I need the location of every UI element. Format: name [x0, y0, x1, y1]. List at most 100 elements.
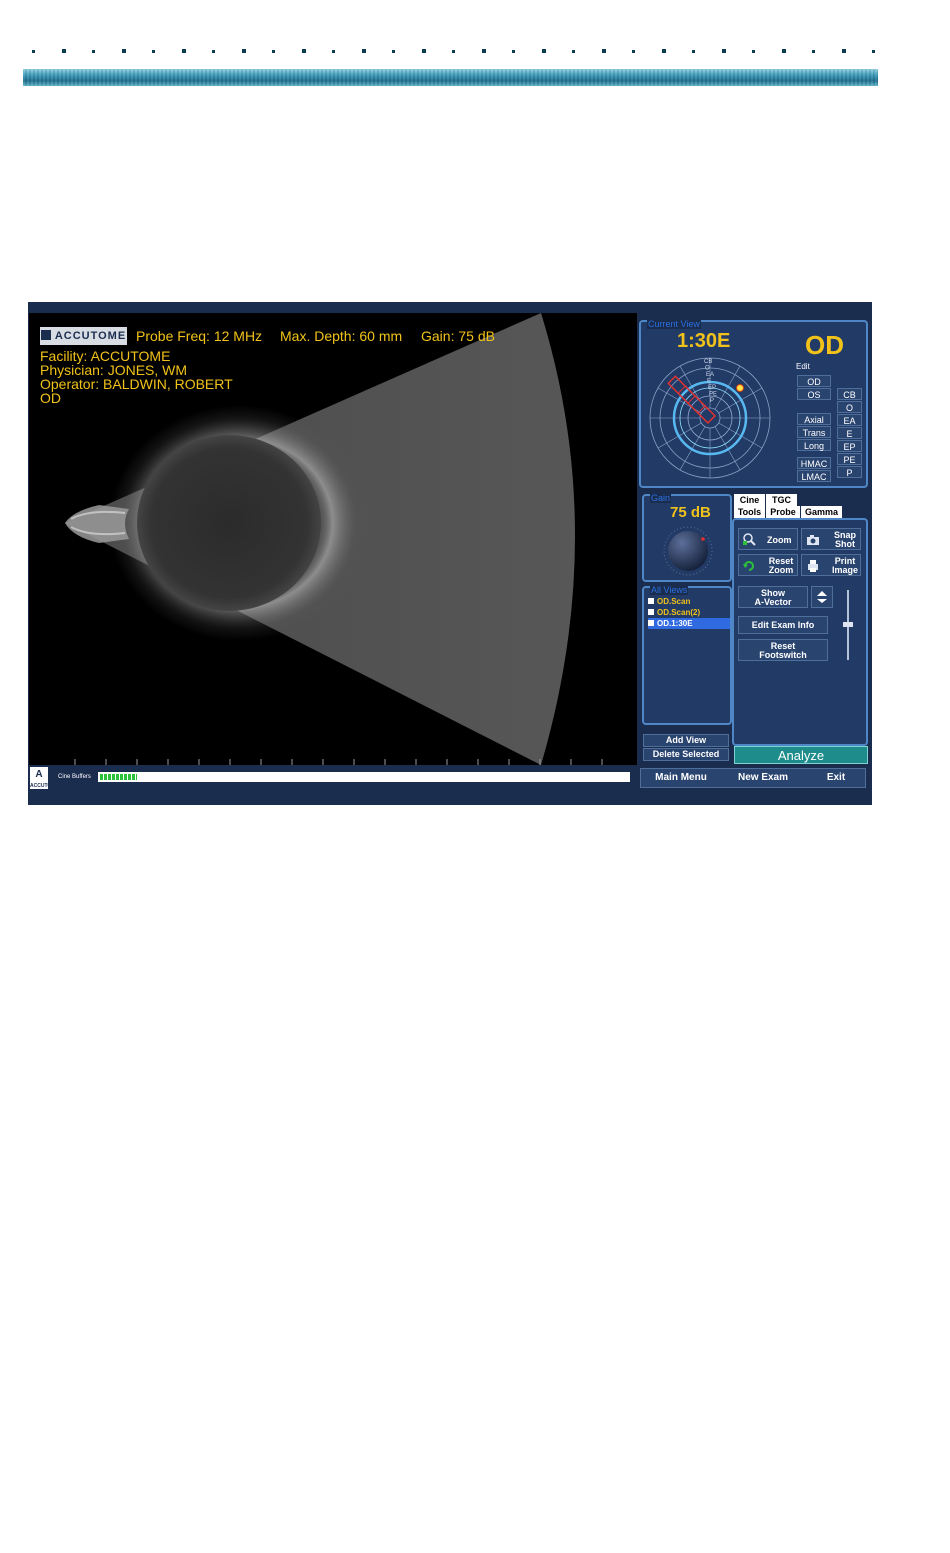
- camera-icon: [807, 535, 819, 545]
- show-a-vector-button[interactable]: Show A-Vector: [738, 586, 808, 608]
- header-dot: [542, 49, 546, 53]
- reset-zoom-icon: [743, 561, 754, 571]
- up-down-arrows-icon: [817, 591, 827, 603]
- dial-zone-label: PE: [709, 392, 717, 398]
- a-vector-up-down-button[interactable]: [811, 586, 833, 608]
- gain-title: Gain: [650, 493, 672, 503]
- main-menu-button[interactable]: Main Menu: [642, 768, 720, 788]
- header-dot-row: [24, 46, 880, 58]
- edit-label: Edit: [796, 362, 810, 371]
- header-dot: [872, 50, 875, 53]
- checkbox-icon[interactable]: [648, 609, 654, 615]
- header-dot: [512, 50, 515, 53]
- view-list-item[interactable]: OD.Scan: [648, 596, 730, 607]
- tab-cine[interactable]: Cine: [734, 494, 766, 506]
- dial-zone-label: O: [705, 366, 710, 372]
- header-dot: [782, 49, 786, 53]
- dial-zone-label: EA: [706, 372, 714, 378]
- header-dot: [632, 50, 635, 53]
- current-view-title: Current View: [647, 319, 701, 329]
- header-dot: [422, 49, 426, 53]
- hmac-button[interactable]: HMAC: [797, 457, 831, 469]
- reset-zoom-button[interactable]: Reset Zoom: [738, 554, 798, 576]
- zone-ea-button[interactable]: EA: [837, 414, 862, 426]
- tgc-slider[interactable]: [843, 590, 853, 660]
- eye-od-button[interactable]: OD: [797, 375, 831, 387]
- long-button[interactable]: Long: [797, 439, 831, 451]
- zone-ep-button[interactable]: EP: [837, 440, 862, 452]
- cine-buffer-progress[interactable]: [98, 772, 630, 782]
- trans-button[interactable]: Trans: [797, 426, 831, 438]
- all-views-title: All Views: [650, 585, 689, 595]
- delete-selected-button[interactable]: Delete Selected: [643, 748, 729, 761]
- header-dot: [182, 49, 186, 53]
- edit-exam-info-button[interactable]: Edit Exam Info: [738, 616, 828, 634]
- header-dot: [302, 49, 306, 53]
- header-dot: [212, 50, 215, 53]
- header-dot: [722, 49, 726, 53]
- accutome-app-window: ACCUTOME Probe Freq: 12 MHz Max. Depth: …: [28, 302, 872, 805]
- new-exam-button[interactable]: New Exam: [722, 768, 804, 788]
- header-dot: [842, 49, 846, 53]
- zone-e-button[interactable]: E: [837, 427, 862, 439]
- header-dot: [572, 50, 575, 53]
- current-view-panel: Current View 1:30E OD CB O EA E EP PE P Edit O…: [639, 320, 868, 488]
- zone-o-button[interactable]: O: [837, 401, 862, 413]
- probe-frequency: Probe Freq: 12 MHz: [136, 328, 263, 344]
- add-view-button[interactable]: Add View: [643, 734, 729, 747]
- ultrasound-scan-viewport[interactable]: ACCUTOME Probe Freq: 12 MHz Max. Depth: …: [29, 313, 637, 765]
- zone-cb-button[interactable]: CB: [837, 388, 862, 400]
- header-dot: [482, 49, 486, 53]
- gain-knob-icon[interactable]: [656, 524, 720, 576]
- header-dot: [392, 50, 395, 53]
- header-dot: [152, 50, 155, 53]
- header-dot: [32, 50, 35, 53]
- snap-shot-button[interactable]: Snap Shot: [801, 528, 861, 550]
- header-dot: [602, 49, 606, 53]
- view-list-item-selected[interactable]: OD.1:30E: [648, 618, 730, 629]
- tab-probe[interactable]: Probe: [766, 506, 801, 518]
- header-dot: [62, 49, 66, 53]
- axial-button[interactable]: Axial: [797, 413, 831, 425]
- vitreous-globe: [137, 435, 321, 611]
- slider-handle[interactable]: [843, 622, 853, 627]
- accutome-logo: ACCUTOME: [40, 327, 127, 345]
- cine-buffer-fill: [100, 774, 137, 780]
- exit-button[interactable]: Exit: [806, 768, 866, 788]
- clock-dial-icon[interactable]: CBOEAEEPPEP: [648, 356, 772, 480]
- gain-value: 75 dB: [670, 504, 711, 521]
- dial-zone-label: CB: [704, 359, 712, 365]
- print-image-button[interactable]: Print Image: [801, 554, 861, 576]
- accutome-small-logo: A ACCUTOME: [30, 767, 59, 789]
- view-list-item[interactable]: OD.Scan(2): [648, 607, 730, 618]
- header-dot: [272, 50, 275, 53]
- zone-pe-button[interactable]: PE: [837, 453, 862, 465]
- analyze-button[interactable]: Analyze: [734, 746, 868, 764]
- eye-label: OD: [40, 390, 61, 406]
- tab-gamma[interactable]: Gamma: [801, 506, 843, 518]
- tab-tools[interactable]: Tools: [734, 506, 766, 518]
- max-depth: Max. Depth: 60 mm: [280, 328, 403, 344]
- operator: Operator: BALDWIN, ROBERT: [40, 376, 233, 392]
- printer-icon: [808, 560, 818, 572]
- eye-os-button[interactable]: OS: [797, 388, 831, 400]
- reset-footswitch-button[interactable]: Reset Footswitch: [738, 639, 828, 661]
- checkbox-icon[interactable]: [648, 598, 654, 604]
- cine-buffers-label: Cine Buffers: [58, 774, 91, 780]
- zoom-button[interactable]: Zoom: [738, 528, 798, 550]
- header-dot: [122, 49, 126, 53]
- clock-position: 1:30E: [677, 330, 731, 352]
- zoom-icon: [743, 533, 756, 546]
- header-dot: [242, 49, 246, 53]
- probe-contact: [65, 505, 129, 543]
- header-band: [23, 69, 878, 86]
- header-dot: [812, 50, 815, 53]
- checkbox-icon[interactable]: [648, 620, 654, 626]
- zone-p-button[interactable]: P: [837, 466, 862, 478]
- lmac-button[interactable]: LMAC: [797, 470, 831, 482]
- header-dot: [452, 50, 455, 53]
- dial-zone-label: EP: [708, 385, 716, 391]
- current-eye: OD: [805, 330, 844, 360]
- tab-tgc[interactable]: TGC: [766, 494, 798, 506]
- dial-zone-label: P: [710, 398, 714, 404]
